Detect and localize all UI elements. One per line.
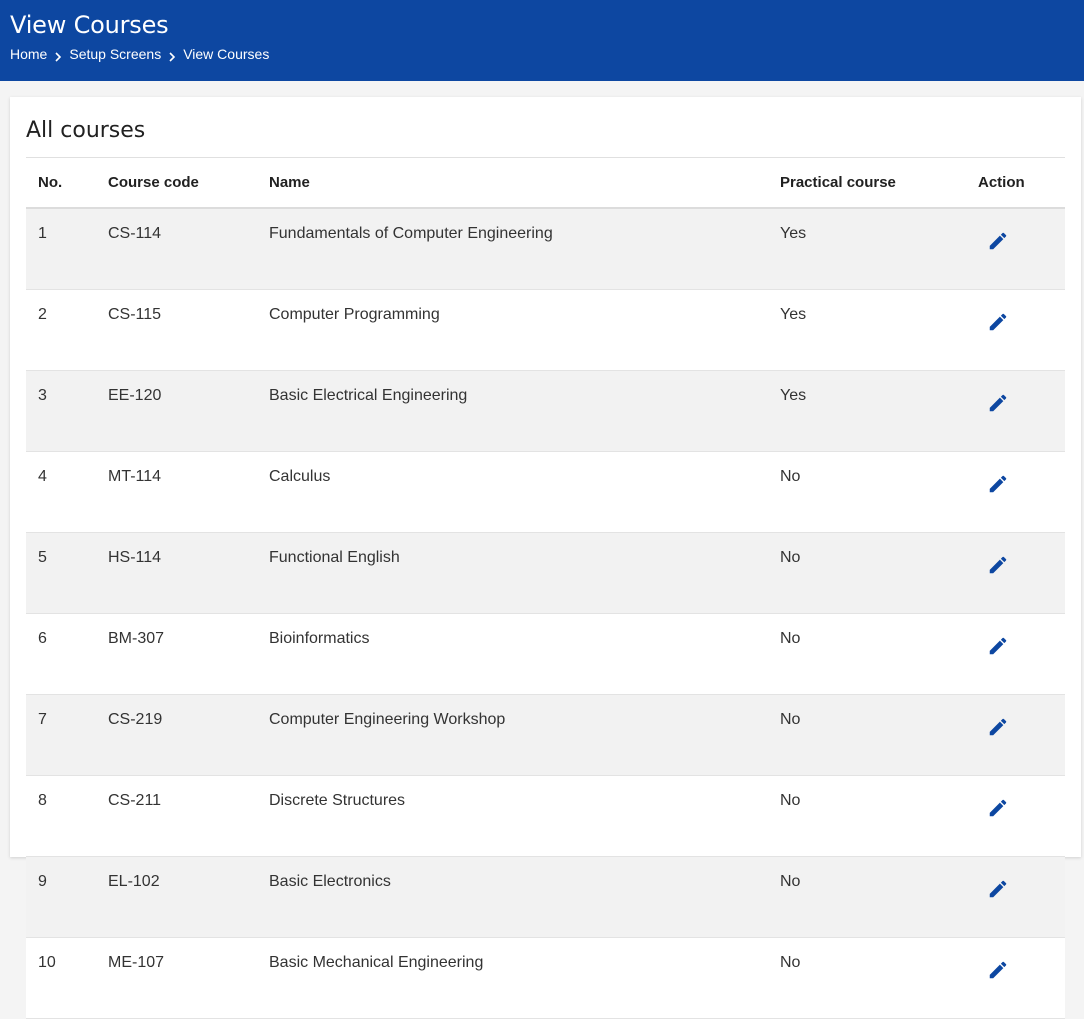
- cell-practical-course: No: [780, 532, 978, 614]
- breadcrumb-view-courses-link[interactable]: View Courses: [183, 45, 269, 63]
- cell-action: [978, 937, 1065, 1019]
- table-row: 1 CS-114 Fundamentals of Computer Engineer…: [26, 208, 1065, 290]
- column-header-action: Action: [978, 157, 1065, 209]
- edit-pencil-icon[interactable]: [987, 554, 1009, 576]
- edit-pencil-icon[interactable]: [987, 392, 1009, 414]
- cell-course-code: MT-114: [108, 451, 269, 533]
- cell-practical-course: Yes: [780, 370, 978, 452]
- cell-name: Discrete Structures: [269, 775, 780, 857]
- cell-course-code: HS-114: [108, 532, 269, 614]
- cell-action: [978, 532, 1065, 614]
- table-row: 2 CS-115 Computer Programming Yes: [26, 289, 1065, 371]
- column-header-course-code: Course code: [108, 157, 269, 209]
- table-row: 10 ME-107 Basic Mechanical Engineering No: [26, 937, 1065, 1019]
- top-header-bar: View Courses Home Setup Screens View Cou…: [0, 0, 1084, 81]
- edit-pencil-icon[interactable]: [987, 635, 1009, 657]
- cell-action: [978, 370, 1065, 452]
- cell-course-code: CS-219: [108, 694, 269, 776]
- cell-no: 8: [26, 775, 108, 857]
- cell-practical-course: No: [780, 775, 978, 857]
- cell-course-code: BM-307: [108, 613, 269, 695]
- cell-name: Computer Engineering Workshop: [269, 694, 780, 776]
- cell-no: 5: [26, 532, 108, 614]
- table-row: 9 EL-102 Basic Electronics No: [26, 856, 1065, 938]
- cell-no: 4: [26, 451, 108, 533]
- cell-no: 3: [26, 370, 108, 452]
- cell-practical-course: No: [780, 613, 978, 695]
- cell-practical-course: No: [780, 856, 978, 938]
- chevron-right-icon: [52, 49, 64, 62]
- edit-pencil-icon[interactable]: [987, 311, 1009, 333]
- cell-name: Calculus: [269, 451, 780, 533]
- cell-no: 6: [26, 613, 108, 695]
- chevron-right-icon: [166, 49, 178, 62]
- cell-action: [978, 451, 1065, 533]
- cell-name: Computer Programming: [269, 289, 780, 371]
- cell-name: Basic Electronics: [269, 856, 780, 938]
- table-row: 5 HS-114 Functional English No: [26, 532, 1065, 614]
- cell-name: Bioinformatics: [269, 613, 780, 695]
- cell-action: [978, 289, 1065, 371]
- cell-course-code: CS-114: [108, 208, 269, 290]
- column-header-name: Name: [269, 157, 780, 209]
- edit-pencil-icon[interactable]: [987, 473, 1009, 495]
- cell-no: 1: [26, 208, 108, 290]
- edit-pencil-icon[interactable]: [987, 716, 1009, 738]
- cell-course-code: EE-120: [108, 370, 269, 452]
- page-title: View Courses: [10, 11, 169, 39]
- courses-table-container: No. Course code Name Practical course Ac…: [26, 157, 1065, 1019]
- cell-name: Functional English: [269, 532, 780, 614]
- cell-course-code: EL-102: [108, 856, 269, 938]
- courses-table: No. Course code Name Practical course Ac…: [26, 157, 1065, 1019]
- table-body: 1 CS-114 Fundamentals of Computer Engineer…: [26, 208, 1065, 1019]
- cell-no: 10: [26, 937, 108, 1019]
- cell-practical-course: No: [780, 937, 978, 1019]
- breadcrumb: Home Setup Screens View Courses: [10, 45, 269, 63]
- table-row: 8 CS-211 Discrete Structures No: [26, 775, 1065, 857]
- cell-action: [978, 775, 1065, 857]
- cell-course-code: ME-107: [108, 937, 269, 1019]
- cell-practical-course: No: [780, 451, 978, 533]
- cell-course-code: CS-211: [108, 775, 269, 857]
- edit-pencil-icon[interactable]: [987, 797, 1009, 819]
- cell-practical-course: Yes: [780, 208, 978, 290]
- cell-no: 9: [26, 856, 108, 938]
- courses-card: All courses No. Course code Name Practic…: [10, 97, 1081, 1019]
- breadcrumb-setup-screens-link[interactable]: Setup Screens: [69, 45, 161, 63]
- cell-practical-course: Yes: [780, 289, 978, 371]
- edit-pencil-icon[interactable]: [987, 878, 1009, 900]
- cell-action: [978, 208, 1065, 290]
- cell-practical-course: No: [780, 694, 978, 776]
- cell-name: Basic Electrical Engineering: [269, 370, 780, 452]
- column-header-no: No.: [26, 157, 108, 209]
- breadcrumb-home-link[interactable]: Home: [10, 45, 47, 63]
- table-header-row: No. Course code Name Practical course Ac…: [26, 157, 1065, 209]
- table-row: 4 MT-114 Calculus No: [26, 451, 1065, 533]
- cell-action: [978, 613, 1065, 695]
- cell-action: [978, 856, 1065, 938]
- table-row: 6 BM-307 Bioinformatics No: [26, 613, 1065, 695]
- table-row: 7 CS-219 Computer Engineering Workshop No: [26, 694, 1065, 776]
- cell-no: 2: [26, 289, 108, 371]
- cell-name: Fundamentals of Computer Engineering: [269, 208, 780, 290]
- column-header-practical-course: Practical course: [780, 157, 978, 209]
- cell-course-code: CS-115: [108, 289, 269, 371]
- edit-pencil-icon[interactable]: [987, 959, 1009, 981]
- cell-no: 7: [26, 694, 108, 776]
- edit-pencil-icon[interactable]: [987, 230, 1009, 252]
- cell-action: [978, 694, 1065, 776]
- table-row: 3 EE-120 Basic Electrical Engineering Yes: [26, 370, 1065, 452]
- cell-name: Basic Mechanical Engineering: [269, 937, 780, 1019]
- card-title: All courses: [26, 118, 146, 143]
